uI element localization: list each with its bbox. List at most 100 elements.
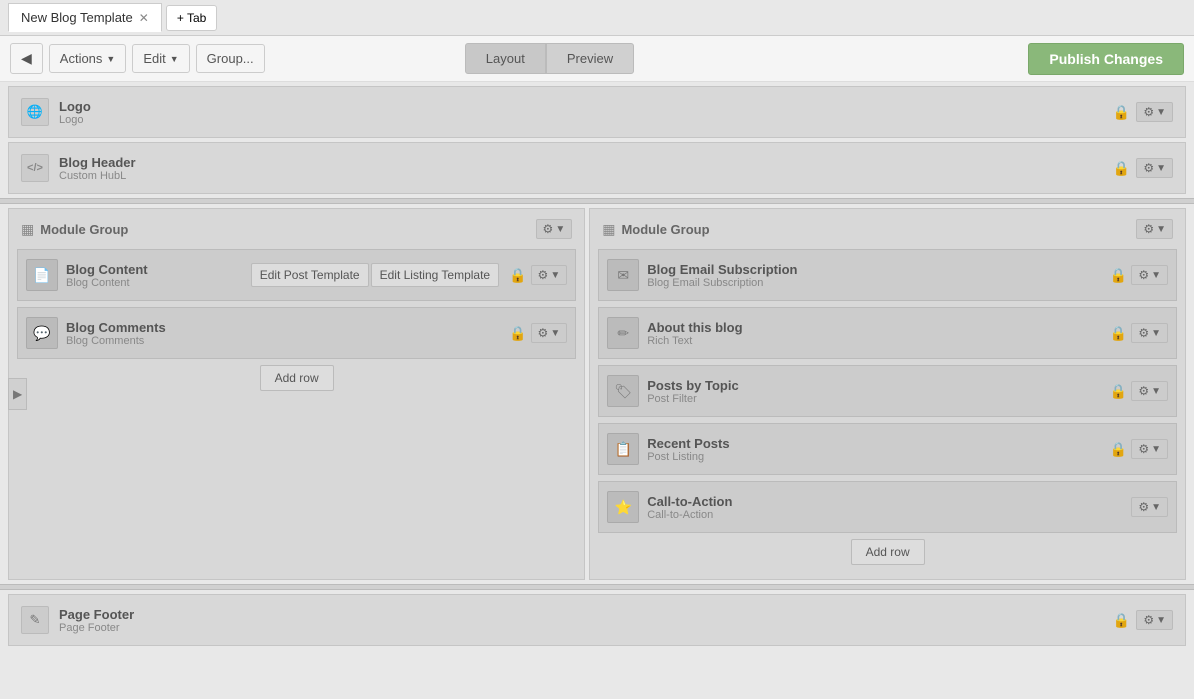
right-column: ▦ Module Group ⚙ ▼ ✉ Blog Email Subscrip… [589,208,1186,580]
tab-close-icon[interactable]: ✕ [139,11,149,25]
blog-comments-actions: 🔒 ⚙ ▼ [509,323,567,343]
left-add-row-button[interactable]: Add row [260,365,334,391]
publish-button[interactable]: Publish Changes [1028,43,1184,75]
right-group-title: Module Group [621,222,709,237]
logo-text: Logo Logo [59,99,91,126]
left-group-gear: ⚙ ▼ [536,219,573,239]
posts-by-topic-icon: 🏷 [607,375,639,407]
layout-button[interactable]: Layout [465,43,546,74]
cta-icon: ⭐ [607,491,639,523]
blog-comments-lock-icon: 🔒 [509,325,526,342]
right-add-row-button[interactable]: Add row [851,539,925,565]
posts-by-topic-gear-button[interactable]: ⚙ ▼ [1131,381,1168,401]
blog-email-gear-button[interactable]: ⚙ ▼ [1131,265,1168,285]
active-tab-label: New Blog Template [21,10,133,25]
edit-post-template-button[interactable]: Edit Post Template [251,263,369,287]
blog-header-text: Blog Header Custom HubL [59,155,136,182]
blog-header-icon: </> [21,154,49,182]
posts-by-topic-lock-icon: 🔒 [1110,383,1127,400]
about-blog-icon: ✏ [607,317,639,349]
recent-posts-text: Recent Posts Post Listing [647,436,1110,463]
logo-gear-button[interactable]: ⚙ ▼ [1136,102,1173,122]
recent-posts-lock-icon: 🔒 [1110,441,1127,458]
posts-by-topic-actions: 🔒 ⚙ ▼ [1110,381,1168,401]
cta-module[interactable]: ⭐ Call-to-Action Call-to-Action ⚙ ▼ [598,481,1177,533]
blog-content-subtitle: Blog Content [66,277,251,289]
right-module-group-header: ▦ Module Group ⚙ ▼ [598,217,1177,241]
recent-posts-icon: 📋 [607,433,639,465]
divider-1 [0,198,1194,204]
cta-gear-button[interactable]: ⚙ ▼ [1131,497,1168,517]
divider-2 [0,584,1194,590]
blog-comments-gear-button[interactable]: ⚙ ▼ [531,323,568,343]
cta-title: Call-to-Action [647,494,1131,509]
right-group-icon: ▦ [602,221,615,238]
blog-email-title: Blog Email Subscription [647,262,1110,277]
canvas: 🌐 Logo Logo 🔒 ⚙ ▼ </> Blog Header Custom… [0,82,1194,699]
recent-posts-subtitle: Post Listing [647,451,1110,463]
edit-label: Edit [143,51,165,66]
about-blog-text: About this blog Rich Text [647,320,1110,347]
edit-listing-template-button[interactable]: Edit Listing Template [371,263,500,287]
about-blog-subtitle: Rich Text [647,335,1110,347]
blog-header-actions: 🔒 ⚙ ▼ [1113,158,1173,178]
blog-comments-subtitle: Blog Comments [66,335,509,347]
logo-actions: 🔒 ⚙ ▼ [1113,102,1173,122]
edit-button[interactable]: Edit ▼ [132,44,189,73]
blog-header-lock-icon: 🔒 [1113,160,1130,177]
blog-content-gear-button[interactable]: ⚙ ▼ [531,265,568,285]
blog-content-title: Blog Content [66,262,251,277]
logo-lock-icon: 🔒 [1113,104,1130,121]
about-blog-gear-button[interactable]: ⚙ ▼ [1131,323,1168,343]
left-column: ▦ Module Group ⚙ ▼ 📄 Blog Content Blog C… [8,208,585,580]
actions-button[interactable]: Actions ▼ [49,44,127,73]
blog-content-module[interactable]: 📄 Blog Content Blog Content Edit Post Te… [17,249,576,301]
blog-email-lock-icon: 🔒 [1110,267,1127,284]
cta-actions: ⚙ ▼ [1131,497,1168,517]
blog-content-lock-icon: 🔒 [509,267,526,284]
active-tab[interactable]: New Blog Template ✕ [8,3,162,32]
blog-comments-text: Blog Comments Blog Comments [66,320,509,347]
toolbar: ◀ Actions ▼ Edit ▼ Group... Layout Previ… [0,36,1194,82]
page-footer-gear-button[interactable]: ⚙ ▼ [1136,610,1173,630]
actions-caret-icon: ▼ [106,54,115,64]
tab-bar: New Blog Template ✕ + Tab [0,0,1194,36]
blog-email-module[interactable]: ✉ Blog Email Subscription Blog Email Sub… [598,249,1177,301]
left-module-group-header: ▦ Module Group ⚙ ▼ [17,217,576,241]
logo-icon: 🌐 [21,98,49,126]
right-group-gear-button[interactable]: ⚙ ▼ [1136,219,1173,239]
blog-header-section[interactable]: </> Blog Header Custom HubL 🔒 ⚙ ▼ [8,142,1186,194]
logo-subtitle: Logo [59,114,91,126]
blog-comments-icon: 💬 [26,317,58,349]
edit-caret-icon: ▼ [170,54,179,64]
about-blog-lock-icon: 🔒 [1110,325,1127,342]
left-group-title: Module Group [40,222,128,237]
recent-posts-actions: 🔒 ⚙ ▼ [1110,439,1168,459]
recent-posts-gear-button[interactable]: ⚙ ▼ [1131,439,1168,459]
canvas-arrow-toggle[interactable]: ▶ [8,378,27,410]
page-footer-section[interactable]: ✎ Page Footer Page Footer 🔒 ⚙ ▼ [8,594,1186,646]
page-footer-text: Page Footer Page Footer [59,607,134,634]
two-column-layout: ▶ ▦ Module Group ⚙ ▼ 📄 Blog Content Blog… [8,208,1186,580]
add-tab-button[interactable]: + Tab [166,5,217,31]
posts-by-topic-module[interactable]: 🏷 Posts by Topic Post Filter 🔒 ⚙ ▼ [598,365,1177,417]
posts-by-topic-text: Posts by Topic Post Filter [647,378,1110,405]
about-blog-module[interactable]: ✏ About this blog Rich Text 🔒 ⚙ ▼ [598,307,1177,359]
recent-posts-module[interactable]: 📋 Recent Posts Post Listing 🔒 ⚙ ▼ [598,423,1177,475]
blog-content-text: Blog Content Blog Content [66,262,251,289]
layout-preview-toggle: Layout Preview [465,43,634,74]
preview-button[interactable]: Preview [546,43,634,74]
recent-posts-title: Recent Posts [647,436,1110,451]
cta-text: Call-to-Action Call-to-Action [647,494,1131,521]
back-button[interactable]: ◀ [10,43,43,74]
blog-header-subtitle: Custom HubL [59,170,136,182]
blog-comments-module[interactable]: 💬 Blog Comments Blog Comments 🔒 ⚙ ▼ [17,307,576,359]
logo-section[interactable]: 🌐 Logo Logo 🔒 ⚙ ▼ [8,86,1186,138]
about-blog-title: About this blog [647,320,1110,335]
group-button[interactable]: Group... [196,44,265,73]
about-blog-actions: 🔒 ⚙ ▼ [1110,323,1168,343]
left-group-gear-button[interactable]: ⚙ ▼ [536,219,573,239]
blog-header-gear-button[interactable]: ⚙ ▼ [1136,158,1173,178]
logo-title: Logo [59,99,91,114]
right-group-gear: ⚙ ▼ [1136,219,1173,239]
